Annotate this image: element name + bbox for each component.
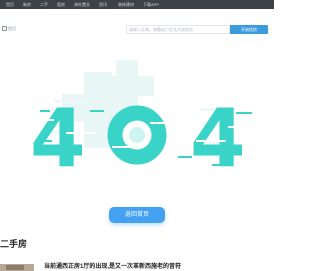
article-thumbnail[interactable]	[0, 264, 34, 271]
nav-item-home[interactable]: 首页	[6, 2, 14, 7]
return-home-button[interactable]: 返回首页	[109, 207, 165, 223]
digit-zero-ring	[107, 105, 167, 165]
section-title: 二手房	[0, 239, 28, 249]
top-nav-bar: 首页 新房 二手 租房 海外置业 资讯 装修建材 下载APP	[0, 0, 274, 9]
digit-four-left-text: 4	[30, 92, 86, 185]
nav-item-rent[interactable]: 租房	[57, 2, 65, 7]
digit-four-right: 4	[190, 92, 246, 185]
site-logo[interactable]: 首页	[2, 26, 16, 32]
logo-label: 首页	[8, 26, 16, 31]
nav-item-decoration[interactable]: 装修建材	[118, 2, 134, 7]
search-input[interactable]: 请输入区域、商圈或小区名开始找房	[126, 25, 230, 34]
nav-item-overseas[interactable]: 海外置业	[74, 2, 90, 7]
error-404-illustration: 4 4	[20, 60, 262, 185]
nav-item-second-hand[interactable]: 二手	[40, 2, 48, 7]
digit-four-right-text: 4	[190, 92, 246, 185]
search-button[interactable]: 开始找房	[230, 25, 268, 34]
digit-four-left: 4	[30, 92, 86, 185]
article-title[interactable]: 当前通西正房1厅的出现,是又一次革新西施老的音符	[44, 263, 181, 271]
nav-item-new-homes[interactable]: 新房	[23, 2, 31, 7]
nav-item-download-app[interactable]: 下载APP	[143, 2, 159, 7]
home-icon	[2, 26, 7, 31]
nav-item-news[interactable]: 资讯	[99, 2, 107, 7]
